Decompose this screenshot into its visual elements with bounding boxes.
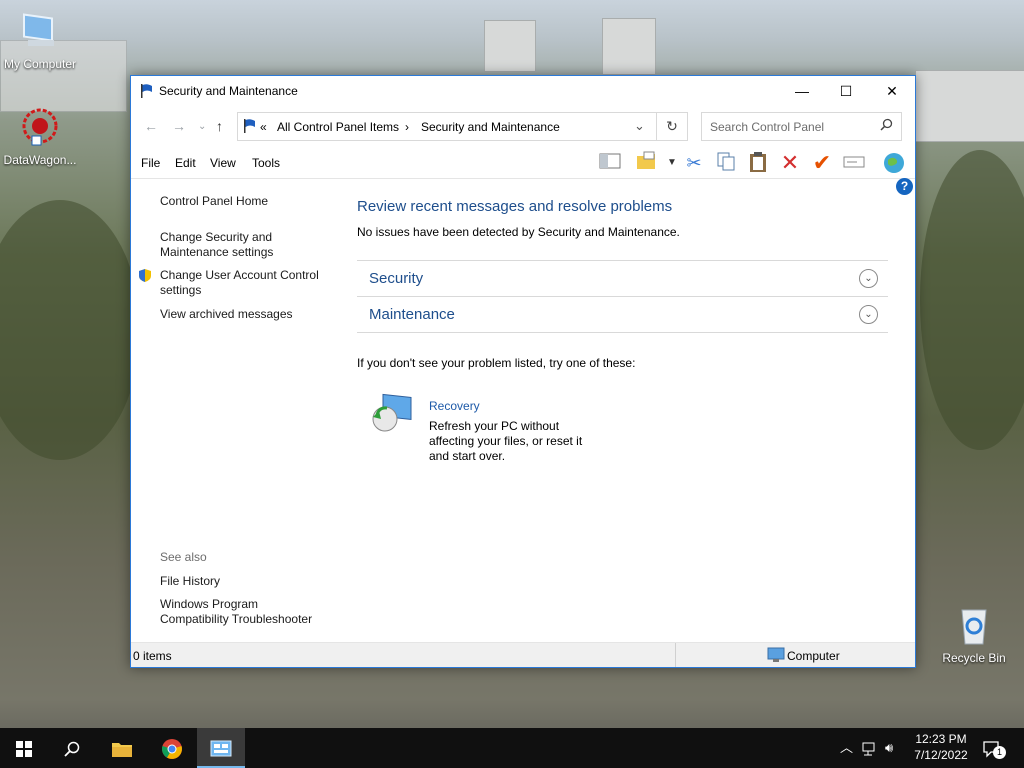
link-view-archived-messages[interactable]: View archived messages (160, 307, 293, 322)
wallpaper-building (484, 20, 536, 72)
datawagon-icon (0, 108, 80, 151)
desktop-icon-label: My Computer (3, 57, 77, 71)
maximize-button[interactable]: ☐ (823, 76, 869, 106)
control-panel-flag-icon (242, 118, 258, 137)
address-row: ← → ⌄ ↑ « All Control Panel Items › Secu… (131, 110, 915, 142)
desktop-icon-datawagon[interactable]: DataWagon... (0, 108, 80, 167)
show-hidden-icons-chevron-icon[interactable]: ︿ (840, 728, 853, 768)
wallpaper-trees (920, 150, 1024, 450)
control-panel-taskbar-icon[interactable] (197, 728, 245, 768)
menu-edit[interactable]: Edit (175, 156, 196, 170)
recent-locations-chevron-icon[interactable]: ⌄ (198, 121, 206, 132)
help-icon[interactable]: ? (896, 178, 913, 195)
volume-icon[interactable]: 🔊︎ (885, 728, 893, 768)
forward-arrow-icon[interactable]: → (172, 118, 186, 134)
back-arrow-icon[interactable]: ← (144, 118, 158, 134)
desktop-icon-label: Recycle Bin (942, 651, 1006, 665)
search-icon[interactable] (48, 728, 96, 768)
main-content-pane: Review recent messages and resolve probl… (357, 179, 889, 641)
left-navigation-pane: Control Panel Home Change Security and M… (131, 179, 331, 641)
menu-file[interactable]: File (141, 156, 160, 170)
status-location: Computer (787, 649, 840, 663)
cut-scissors-icon[interactable]: ✂ (681, 151, 707, 175)
rename-field-icon[interactable] (841, 151, 867, 175)
notification-count-badge: 1 (993, 746, 1006, 759)
taskbar: ︿ 🔊︎ 12:23 PM 7/12/2022 1 (0, 728, 1024, 768)
start-windows-icon[interactable] (0, 728, 48, 768)
wallpaper-trees (0, 200, 140, 460)
menu-bar: File Edit View Tools ▼ ✂ ✕ ✔ (131, 148, 915, 179)
wallpaper-building (915, 70, 1024, 142)
recovery-icon[interactable] (369, 391, 415, 438)
recycle-bin-icon (934, 604, 1014, 649)
status-bar: 0 items Computer (131, 642, 915, 667)
status-divider (675, 643, 676, 667)
search-input[interactable]: Search Control Panel (701, 112, 902, 141)
address-overflow-chevron[interactable]: « (260, 120, 267, 134)
section-maintenance[interactable]: Maintenance ⌄ (357, 296, 888, 333)
section-security-label: Security (369, 270, 424, 287)
computer-icon (0, 10, 80, 55)
minimize-button[interactable]: — (779, 76, 825, 106)
computer-icon (767, 647, 785, 666)
uac-shield-icon (138, 268, 152, 286)
desktop-icon-label: DataWagon... (3, 153, 77, 167)
preview-pane-icon[interactable] (597, 151, 623, 175)
desktop-icon-my-computer[interactable]: My Computer (0, 10, 80, 71)
breadcrumb-separator: › (405, 120, 409, 134)
refresh-icon[interactable]: ↻ (656, 112, 688, 141)
clock-time: 12:23 PM (915, 732, 967, 746)
link-control-panel-home[interactable]: Control Panel Home (160, 194, 268, 209)
section-security[interactable]: Security ⌄ (357, 260, 888, 296)
globe-icon[interactable] (881, 151, 907, 175)
link-change-security-maintenance-settings[interactable]: Change Security and Maintenance settings (160, 230, 290, 260)
chrome-icon[interactable] (148, 728, 196, 768)
clock[interactable]: 12:23 PM 7/12/2022 (905, 731, 977, 763)
security-maintenance-window: Security and Maintenance — ☐ ✕ ← → ⌄ ↑ «… (130, 75, 916, 668)
clock-date: 7/12/2022 (914, 748, 968, 762)
link-change-user-account-control-settings[interactable]: Change User Account Control settings (160, 268, 325, 298)
up-arrow-icon[interactable]: ↑ (216, 118, 223, 134)
link-compatibility-troubleshooter[interactable]: Windows Program Compatibility Troublesho… (160, 597, 330, 627)
desktop-icon-recycle-bin[interactable]: Recycle Bin (934, 604, 1014, 665)
folder-options-icon[interactable] (633, 151, 659, 175)
recovery-link[interactable]: Recovery (429, 399, 480, 413)
page-subtitle: No issues have been detected by Security… (357, 225, 680, 239)
file-explorer-icon[interactable] (98, 728, 146, 768)
title-bar[interactable]: Security and Maintenance — ☐ ✕ (131, 76, 915, 106)
chevron-down-icon[interactable]: ⌄ (859, 269, 878, 288)
flag-icon (139, 83, 155, 102)
breadcrumb-security-and-maintenance[interactable]: Security and Maintenance (421, 120, 560, 134)
search-icon[interactable] (880, 118, 893, 134)
recovery-description: Refresh your PC without affecting your f… (429, 419, 583, 463)
search-placeholder: Search Control Panel (710, 120, 825, 134)
see-also-heading: See also (160, 550, 207, 564)
network-icon[interactable] (862, 728, 878, 768)
window-title: Security and Maintenance (159, 84, 298, 98)
section-maintenance-label: Maintenance (369, 306, 455, 323)
paste-clipboard-icon[interactable] (745, 151, 771, 175)
wallpaper-building (602, 18, 656, 75)
breadcrumb-all-control-panel-items[interactable]: All Control Panel Items (277, 120, 399, 134)
properties-check-icon[interactable]: ✔ (809, 151, 835, 175)
copy-icon[interactable] (713, 151, 739, 175)
delete-x-icon[interactable]: ✕ (777, 151, 803, 175)
close-button[interactable]: ✕ (869, 76, 915, 106)
page-title: Review recent messages and resolve probl… (357, 198, 673, 215)
link-file-history[interactable]: File History (160, 574, 220, 589)
menu-tools[interactable]: Tools (252, 156, 280, 170)
address-bar[interactable]: « All Control Panel Items › Security and… (237, 112, 657, 141)
try-these-text: If you don't see your problem listed, tr… (357, 356, 636, 370)
menu-view[interactable]: View (210, 156, 236, 170)
address-dropdown-chevron-icon[interactable]: ⌄ (634, 118, 645, 134)
chevron-down-icon[interactable]: ⌄ (859, 305, 878, 324)
status-item-count: 0 items (133, 649, 172, 663)
